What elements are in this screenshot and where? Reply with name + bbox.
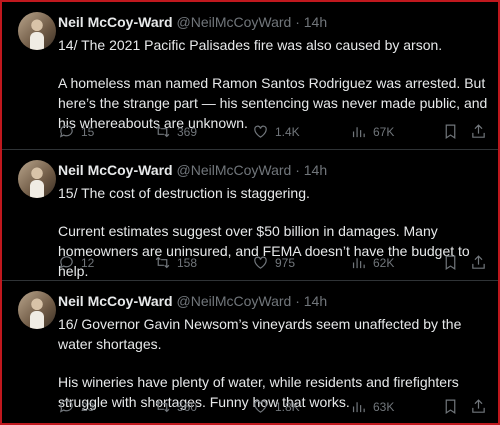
- retweet-button[interactable]: 158: [154, 254, 197, 271]
- bookmark-icon: [445, 399, 456, 415]
- views-chart-icon: [352, 402, 365, 413]
- author-name[interactable]: Neil McCoy-Ward: [58, 162, 173, 178]
- avatar[interactable]: [18, 12, 56, 50]
- bookmark-button[interactable]: [442, 398, 459, 415]
- bookmark-button[interactable]: [442, 123, 459, 140]
- share-button[interactable]: [470, 123, 487, 140]
- reply-icon: [59, 400, 73, 413]
- views-chart-icon: [352, 258, 365, 269]
- avatar[interactable]: [18, 291, 56, 329]
- tweet-line-1: 15/ The cost of destruction is staggerin…: [58, 185, 310, 201]
- retweet-count: 560: [177, 399, 198, 414]
- retweet-icon: [155, 125, 170, 138]
- reply-count: 23: [81, 399, 95, 414]
- view-count: 63K: [373, 399, 395, 414]
- like-count: 1.8K: [275, 399, 300, 414]
- tweet-line-1: 14/ The 2021 Pacific Palisades fire was …: [58, 37, 443, 53]
- like-count: 1.4K: [275, 124, 300, 139]
- action-bar: 12 158 975 62K: [58, 254, 488, 274]
- bookmark-icon: [445, 124, 456, 140]
- like-button[interactable]: 1.8K: [252, 398, 300, 415]
- author-name[interactable]: Neil McCoy-Ward: [58, 14, 173, 30]
- timestamp[interactable]: · 14h: [295, 14, 327, 30]
- heart-icon: [254, 125, 267, 138]
- author-handle[interactable]: @NeilMcCoyWard: [177, 293, 292, 309]
- share-icon: [472, 255, 485, 269]
- heart-icon: [254, 400, 267, 413]
- tweet-header: Neil McCoy-Ward @NeilMcCoyWard · 14h: [58, 162, 327, 178]
- views-chart-icon: [352, 127, 365, 138]
- views-button[interactable]: 63K: [350, 398, 394, 415]
- action-bar: 15 369 1.4K 67K: [58, 123, 488, 143]
- share-button[interactable]: [470, 254, 487, 271]
- view-count: 67K: [373, 124, 395, 139]
- reply-icon: [59, 125, 73, 138]
- tweet-header: Neil McCoy-Ward @NeilMcCoyWard · 14h: [58, 14, 327, 30]
- retweet-icon: [155, 400, 170, 413]
- reply-icon: [59, 256, 73, 269]
- author-handle[interactable]: @NeilMcCoyWard: [177, 14, 292, 30]
- tweet-text: 14/ The 2021 Pacific Palisades fire was …: [58, 35, 488, 133]
- bookmark-icon: [445, 255, 456, 271]
- author-handle[interactable]: @NeilMcCoyWard: [177, 162, 292, 178]
- retweet-icon: [155, 256, 170, 269]
- share-icon: [472, 124, 485, 138]
- reply-count: 15: [81, 124, 95, 139]
- share-icon: [472, 399, 485, 413]
- reply-button[interactable]: 23: [58, 398, 94, 415]
- timestamp[interactable]: · 14h: [295, 293, 327, 309]
- action-bar: 23 560 1.8K 63K: [58, 398, 488, 418]
- view-count: 62K: [373, 255, 395, 270]
- tweet-1[interactable]: Neil McCoy-Ward @NeilMcCoyWard · 14h 14/…: [2, 2, 498, 150]
- reply-button[interactable]: 15: [58, 123, 94, 140]
- reply-button[interactable]: 12: [58, 254, 94, 271]
- timestamp[interactable]: · 14h: [295, 162, 327, 178]
- views-button[interactable]: 67K: [350, 123, 394, 140]
- like-button[interactable]: 975: [252, 254, 295, 271]
- author-name[interactable]: Neil McCoy-Ward: [58, 293, 173, 309]
- retweet-count: 158: [177, 255, 198, 270]
- bookmark-button[interactable]: [442, 254, 459, 271]
- like-button[interactable]: 1.4K: [252, 123, 300, 140]
- like-count: 975: [275, 255, 296, 270]
- retweet-button[interactable]: 369: [154, 123, 197, 140]
- views-button[interactable]: 62K: [350, 254, 394, 271]
- tweet-2[interactable]: Neil McCoy-Ward @NeilMcCoyWard · 14h 15/…: [2, 150, 498, 281]
- avatar[interactable]: [18, 160, 56, 198]
- tweet-3[interactable]: Neil McCoy-Ward @NeilMcCoyWard · 14h 16/…: [2, 281, 498, 421]
- heart-icon: [254, 256, 267, 269]
- tweet-header: Neil McCoy-Ward @NeilMcCoyWard · 14h: [58, 293, 327, 309]
- retweet-count: 369: [177, 124, 198, 139]
- retweet-button[interactable]: 560: [154, 398, 197, 415]
- tweet-line-1: 16/ Governor Gavin Newsom’s vineyards se…: [58, 316, 462, 352]
- share-button[interactable]: [470, 398, 487, 415]
- reply-count: 12: [81, 255, 95, 270]
